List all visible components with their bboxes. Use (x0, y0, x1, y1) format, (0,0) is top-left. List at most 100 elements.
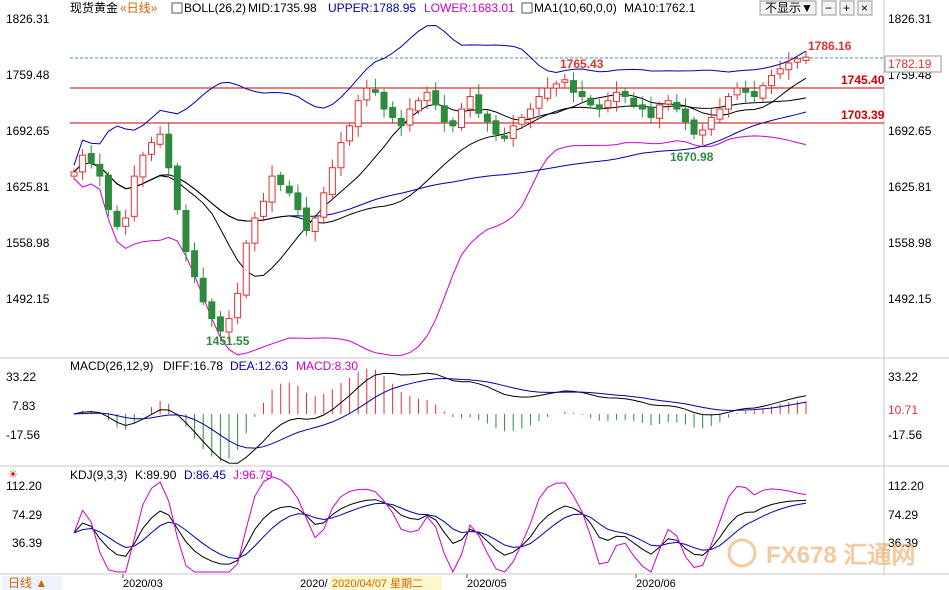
date-label: 2020/06 (636, 578, 676, 590)
kdj-d-line (73, 502, 807, 560)
kdj-j-line (73, 476, 807, 574)
kdj-tick: 74.29 (12, 508, 42, 522)
candle-body (70, 171, 78, 177)
price-tick: 1826.31 (888, 12, 932, 26)
macd-value: MACD:8.30 (296, 359, 358, 373)
macd-current: 10.71 (888, 403, 918, 417)
candle-body (630, 97, 638, 106)
candle-body (483, 113, 491, 123)
candle-body (699, 129, 707, 136)
candle-body (216, 316, 224, 332)
candle-body (173, 165, 181, 211)
candle-body (569, 80, 577, 93)
candle-body (724, 96, 732, 110)
candle-body (346, 125, 354, 142)
candle-body (492, 120, 500, 135)
trough-label: 1670.98 (670, 150, 714, 164)
ma10-value: MA10:1762.1 (624, 1, 696, 15)
current-price: 1782.19 (888, 57, 932, 71)
kdj-k-line (73, 499, 807, 565)
candle-body (466, 96, 474, 110)
candle-body (337, 142, 345, 169)
minus-icon: − (825, 1, 832, 15)
candle-body (96, 163, 104, 177)
price-tick: 1492.15 (888, 292, 932, 306)
kdj-tick: 112.20 (888, 479, 924, 493)
candle-body (320, 192, 328, 218)
boll-icon[interactable] (171, 2, 183, 14)
kdj-title: KDJ(9,3,3) (70, 468, 127, 482)
kdj-settings-icon[interactable]: ☀ (8, 469, 18, 481)
candles (70, 51, 810, 343)
ma-label: MA1(10,60,0,0) (534, 1, 617, 15)
peak-label: 1765.43 (560, 57, 604, 71)
candle-body (294, 192, 302, 211)
date-label: 2020/ (300, 578, 328, 590)
candle-body (604, 100, 612, 108)
candle-body (389, 106, 397, 118)
candle-body (647, 106, 655, 118)
close-icon: × (861, 1, 868, 15)
candle-body (742, 88, 750, 93)
candle-body (259, 200, 267, 217)
price-tick-left: 1826.31 (6, 12, 50, 26)
candle-body (225, 318, 233, 333)
candle-body (673, 101, 681, 110)
candle-body (690, 119, 698, 135)
candle-body (785, 62, 793, 71)
price-tick-left: 1492.15 (6, 292, 50, 306)
chart-canvas: 1826.31 1759.48 1692.65 1625.81 1558.98 … (0, 0, 949, 590)
bottom-bar: ☀ 日线 ▲ 2020/03 2020/ 2020/04/07 星期二 2020… (2, 469, 676, 590)
candle-body (681, 108, 689, 123)
price-tick: 1692.65 (888, 124, 932, 138)
candle-body (552, 83, 560, 89)
candle-body (122, 217, 130, 227)
candle-body (414, 100, 422, 112)
price-tick-left: 1692.65 (6, 124, 50, 138)
macd-tick: 33.22 (6, 370, 36, 384)
date-label: 2020/03 (123, 578, 163, 590)
watermark-logo-icon (727, 538, 757, 568)
candle-body (285, 185, 293, 194)
candle-body (578, 90, 586, 98)
candle-body (208, 301, 216, 320)
ma-icon[interactable] (521, 2, 533, 14)
kdj-d: D:86.45 (184, 468, 226, 482)
macd-title: MACD(26,12,9) (70, 359, 153, 373)
candle-body (363, 87, 371, 101)
price-tick-left: 1759.48 (6, 68, 50, 82)
candle-body (544, 87, 552, 99)
boll-upper: UPPER:1788.95 (328, 1, 416, 15)
price-tick-left: 1625.81 (6, 180, 50, 194)
header: 现货黄金 «日线» BOLL(26,2) MID:1735.98 UPPER:1… (70, 0, 873, 16)
candle-body (380, 91, 388, 110)
candle-body (139, 154, 147, 178)
candle-body (561, 79, 569, 83)
candle-body (79, 154, 87, 173)
candle-body (251, 217, 259, 244)
candle-body (759, 85, 767, 99)
candle-body (423, 91, 431, 102)
candle-body (328, 167, 336, 196)
candle-body (113, 210, 121, 227)
candle-body (277, 174, 285, 185)
candle-body (750, 90, 758, 98)
period-label: «日线» (120, 1, 158, 15)
candle-body (475, 94, 483, 114)
price-tick: 1558.98 (888, 236, 932, 250)
price-tick: 1625.81 (888, 180, 932, 194)
candle-body (148, 142, 156, 155)
high-label: 1786.16 (808, 39, 852, 53)
resistance-label-1: 1745.40 (841, 73, 885, 87)
candle-body (165, 133, 173, 169)
candle-body (638, 104, 646, 110)
candle-body (509, 125, 517, 139)
candle-body (87, 152, 95, 165)
candle-body (449, 120, 457, 127)
plus-icon: + (843, 1, 850, 15)
candle-body (518, 116, 526, 125)
resistance-label-2: 1703.39 (841, 108, 885, 122)
kdj-k: K:89.90 (135, 468, 177, 482)
macd-dea: DEA:12.63 (230, 359, 288, 373)
candle-body (354, 100, 362, 128)
